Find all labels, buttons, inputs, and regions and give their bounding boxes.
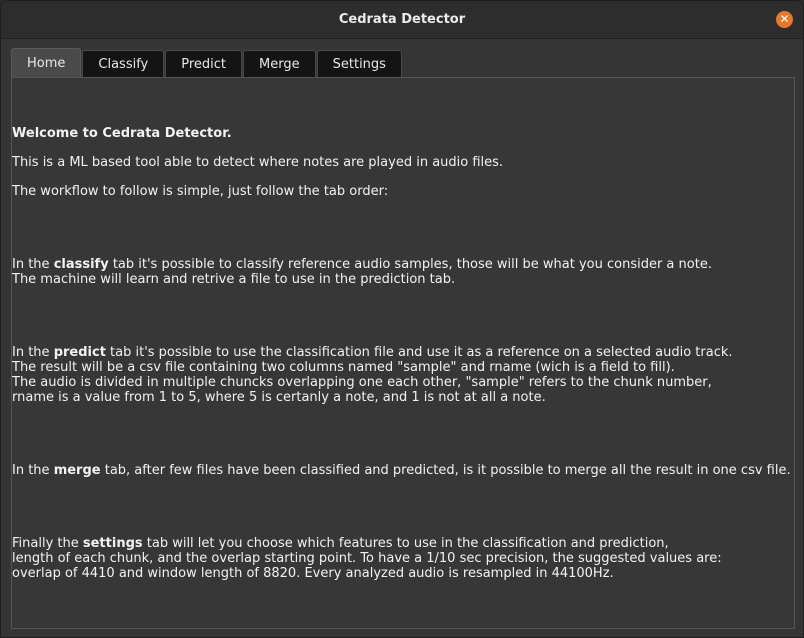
close-icon[interactable]: ✕ [776, 11, 793, 28]
merge-pre: In the [12, 463, 54, 478]
settings-keyword: settings [82, 536, 143, 551]
tab-classify[interactable]: Classify [82, 50, 165, 78]
predict-line4: rname is a value from 1 to 5, where 5 is… [12, 390, 546, 405]
predict-line3: The audio is divided in multiple chuncks… [12, 375, 712, 390]
app-window: Cedrata Detector ✕ Home Classify Predict… [0, 0, 804, 638]
tab-home[interactable]: Home [11, 48, 82, 78]
merge-paragraph: In the merge tab, after few files have b… [12, 463, 794, 478]
tab-bar: Home Classify Predict Merge Settings [11, 48, 403, 78]
welcome-heading: Welcome to Cedrata Detector. [12, 126, 232, 141]
predict-paragraph: In the predict tab it's possible to use … [12, 345, 794, 360]
settings-pre: Finally the [12, 536, 83, 551]
workflow-text: The workflow to follow is simple, just f… [12, 184, 389, 199]
classify-post: tab it's possible to classify reference … [108, 257, 712, 272]
home-panel: Welcome to Cedrata Detector. This is a M… [11, 77, 795, 629]
merge-post: tab, after few files have been classifie… [100, 463, 791, 478]
predict-line2: The result will be a csv file containing… [12, 360, 675, 375]
merge-keyword: merge [53, 463, 101, 478]
intro-text: This is a ML based tool able to detect w… [12, 155, 504, 170]
settings-post: tab will let you choose which features t… [142, 536, 669, 551]
predict-keyword: predict [53, 345, 106, 360]
tab-predict[interactable]: Predict [165, 50, 243, 78]
tab-merge[interactable]: Merge [243, 50, 316, 78]
tab-settings[interactable]: Settings [316, 50, 402, 78]
classify-line2: The machine will learn and retrive a fil… [12, 272, 456, 287]
settings-paragraph: Finally the settings tab will let you ch… [12, 536, 794, 551]
window-title: Cedrata Detector [338, 12, 466, 27]
classify-keyword: classify [53, 257, 109, 272]
home-content: Welcome to Cedrata Detector. This is a M… [12, 126, 794, 581]
classify-paragraph: In the classify tab it's possible to cla… [12, 257, 794, 272]
settings-line2: length of each chunk, and the overlap st… [12, 551, 722, 566]
classify-pre: In the [12, 257, 54, 272]
predict-post: tab it's possible to use the classificat… [105, 345, 733, 360]
title-bar[interactable]: Cedrata Detector ✕ [1, 1, 803, 39]
settings-line3: overlap of 4410 and window length of 882… [12, 566, 614, 581]
predict-pre: In the [12, 345, 54, 360]
